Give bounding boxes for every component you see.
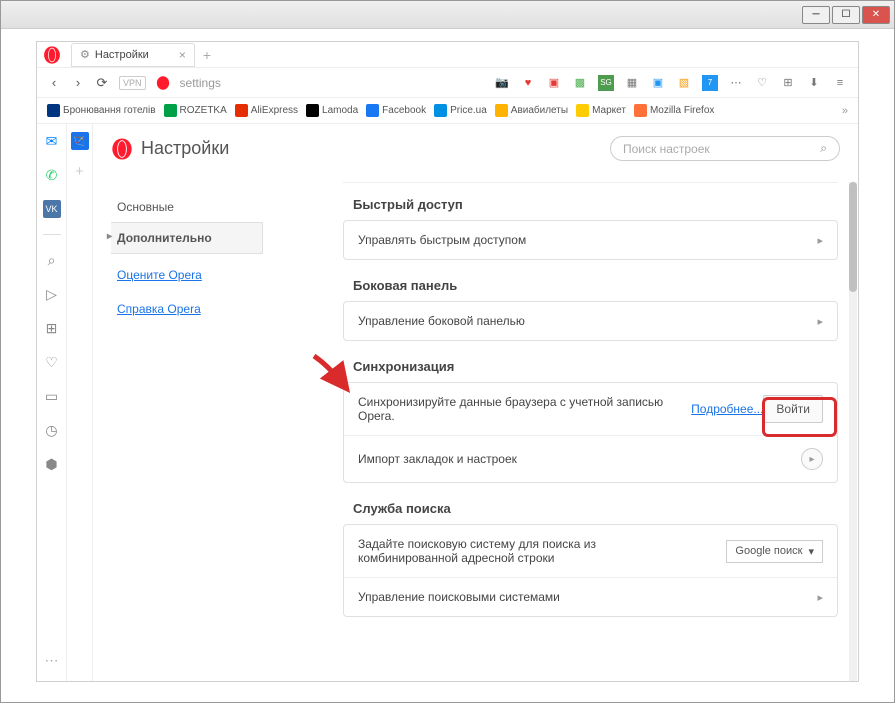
nav-rate-opera[interactable]: Оцените Opera bbox=[111, 262, 263, 288]
row-manage-search-engines[interactable]: Управление поисковыми системами ▸ bbox=[344, 577, 837, 616]
bookmark-item[interactable]: Mozilla Firefox bbox=[634, 104, 714, 117]
sync-login-button[interactable]: Войти bbox=[763, 395, 823, 423]
search-icon[interactable]: ⌕ bbox=[43, 251, 61, 269]
settings-side-nav: Основные Дополнительно Оцените Opera Спр… bbox=[93, 192, 263, 322]
extensions-icon[interactable]: ⬢ bbox=[43, 455, 61, 473]
vk-icon[interactable]: VK bbox=[43, 200, 61, 218]
nav-help-opera[interactable]: Справка Opera bbox=[111, 296, 263, 322]
gear-icon: ⚙ bbox=[80, 48, 90, 61]
bookmarks-bar: Бронювання готелів ROZETKA AliExpress La… bbox=[37, 98, 858, 124]
tab-title: Настройки bbox=[95, 49, 149, 61]
flow-icon[interactable]: ▷ bbox=[43, 285, 61, 303]
bookmark-item[interactable]: Facebook bbox=[366, 104, 426, 117]
maximize-button[interactable]: ☐ bbox=[832, 6, 860, 24]
settings-content: Быстрый доступ Управлять быстрым доступо… bbox=[343, 182, 838, 681]
window-titlebar: ─ ☐ ✕ bbox=[1, 1, 894, 29]
chevron-right-icon: ▸ bbox=[817, 591, 823, 604]
ext-icon[interactable]: ♡ bbox=[754, 75, 770, 91]
row-sync-login: Синхронизируйте данные браузера с учетно… bbox=[344, 383, 837, 435]
ext-icon[interactable]: ▦ bbox=[624, 75, 640, 91]
speed-dial-icon[interactable]: ⊞ bbox=[43, 319, 61, 337]
section-title-speed-dial: Быстрый доступ bbox=[343, 197, 838, 212]
search-icon: ⌕ bbox=[820, 141, 827, 156]
site-icon bbox=[156, 76, 170, 90]
ext-icon[interactable]: ♥ bbox=[520, 75, 536, 91]
bookmark-item[interactable]: Lamoda bbox=[306, 104, 358, 117]
bookmarks-overflow[interactable]: » bbox=[842, 105, 848, 117]
row-manage-sidebar[interactable]: Управление боковой панелью ▸ bbox=[344, 302, 837, 340]
browser-sidebar: ✉ ✆ VK ⌕ ▷ ⊞ ♡ ▭ ◷ ⬢ ⋯ bbox=[37, 124, 67, 681]
bookmark-item[interactable]: Бронювання готелів bbox=[47, 104, 156, 117]
chevron-right-icon: ▸ bbox=[801, 448, 823, 470]
tab-settings[interactable]: ⚙ Настройки × bbox=[71, 43, 195, 67]
settings-search-input[interactable]: Поиск настроек ⌕ bbox=[610, 136, 840, 161]
bookmark-item[interactable]: Маркет bbox=[576, 104, 626, 117]
bookmark-item[interactable]: Авиабилеты bbox=[495, 104, 568, 117]
bookmark-item[interactable]: Price.ua bbox=[434, 104, 487, 117]
scrollbar[interactable] bbox=[849, 182, 857, 681]
personal-news-icon[interactable]: ▭ bbox=[43, 387, 61, 405]
history-icon[interactable]: ◷ bbox=[43, 421, 61, 439]
translate-icon[interactable]: 🏹 bbox=[71, 132, 89, 150]
tabs-bar: ⚙ Настройки × + bbox=[37, 42, 858, 68]
section-title-sidebar: Боковая панель bbox=[343, 278, 838, 293]
sync-learn-more-link[interactable]: Подробнее... bbox=[691, 402, 763, 416]
ext-icon[interactable]: ▩ bbox=[572, 75, 588, 91]
ext-icon[interactable]: 📷 bbox=[494, 75, 510, 91]
page-title: Настройки bbox=[141, 138, 229, 159]
opera-logo-icon bbox=[111, 138, 133, 160]
row-search-engine: Задайте поисковую систему для поиска из … bbox=[344, 525, 837, 577]
chevron-right-icon: ▸ bbox=[817, 315, 823, 328]
tab-close-icon[interactable]: × bbox=[179, 48, 186, 62]
page-mini-toolbar: 🏹 + bbox=[67, 124, 93, 681]
section-title-sync: Синхронизация bbox=[343, 359, 838, 374]
messenger-icon[interactable]: ✉ bbox=[43, 132, 61, 150]
new-tab-button[interactable]: + bbox=[203, 47, 211, 63]
opera-menu-icon[interactable] bbox=[43, 46, 61, 64]
ext-icon[interactable]: ▣ bbox=[650, 75, 666, 91]
bookmark-item[interactable]: AliExpress bbox=[235, 104, 298, 117]
ext-icon[interactable]: ▣ bbox=[546, 75, 562, 91]
bookmarks-icon[interactable]: ♡ bbox=[43, 353, 61, 371]
ext-icon[interactable]: SG bbox=[598, 75, 614, 91]
ext-icon[interactable]: ⋯ bbox=[728, 75, 744, 91]
forward-button[interactable]: › bbox=[71, 75, 85, 90]
minimize-button[interactable]: ─ bbox=[802, 6, 830, 24]
menu-icon[interactable]: ≡ bbox=[832, 75, 848, 91]
ext-icon[interactable]: ⊞ bbox=[780, 75, 796, 91]
search-engine-select[interactable]: Google поиск ▾ bbox=[726, 540, 823, 563]
search-placeholder: Поиск настроек bbox=[623, 142, 710, 156]
download-icon[interactable]: ⬇ bbox=[806, 75, 822, 91]
chevron-down-icon: ▾ bbox=[808, 545, 814, 558]
ext-icon[interactable]: ▧ bbox=[676, 75, 692, 91]
navigation-bar: ‹ › ⟳ VPN settings 📷 ♥ ▣ ▩ SG ▦ ▣ ▧ 7 ⋯ … bbox=[37, 68, 858, 98]
row-manage-speed-dial[interactable]: Управлять быстрым доступом ▸ bbox=[344, 221, 837, 259]
reload-button[interactable]: ⟳ bbox=[95, 75, 109, 91]
section-title-search: Служба поиска bbox=[343, 501, 838, 516]
back-button[interactable]: ‹ bbox=[47, 75, 61, 90]
whatsapp-icon[interactable]: ✆ bbox=[43, 166, 61, 184]
nav-basic[interactable]: Основные bbox=[111, 192, 263, 222]
add-panel-icon[interactable]: + bbox=[71, 162, 89, 180]
bookmark-item[interactable]: ROZETKA bbox=[164, 104, 227, 117]
row-import-bookmarks[interactable]: Импорт закладок и настроек ▸ bbox=[344, 435, 837, 482]
scroll-thumb[interactable] bbox=[849, 182, 857, 292]
close-button[interactable]: ✕ bbox=[862, 6, 890, 24]
nav-advanced[interactable]: Дополнительно bbox=[111, 222, 263, 254]
vpn-badge[interactable]: VPN bbox=[119, 76, 146, 90]
ext-icon[interactable]: 7 bbox=[702, 75, 718, 91]
address-text[interactable]: settings bbox=[180, 76, 221, 90]
sidebar-settings-icon[interactable]: ⋯ bbox=[45, 652, 59, 669]
chevron-right-icon: ▸ bbox=[817, 234, 823, 247]
